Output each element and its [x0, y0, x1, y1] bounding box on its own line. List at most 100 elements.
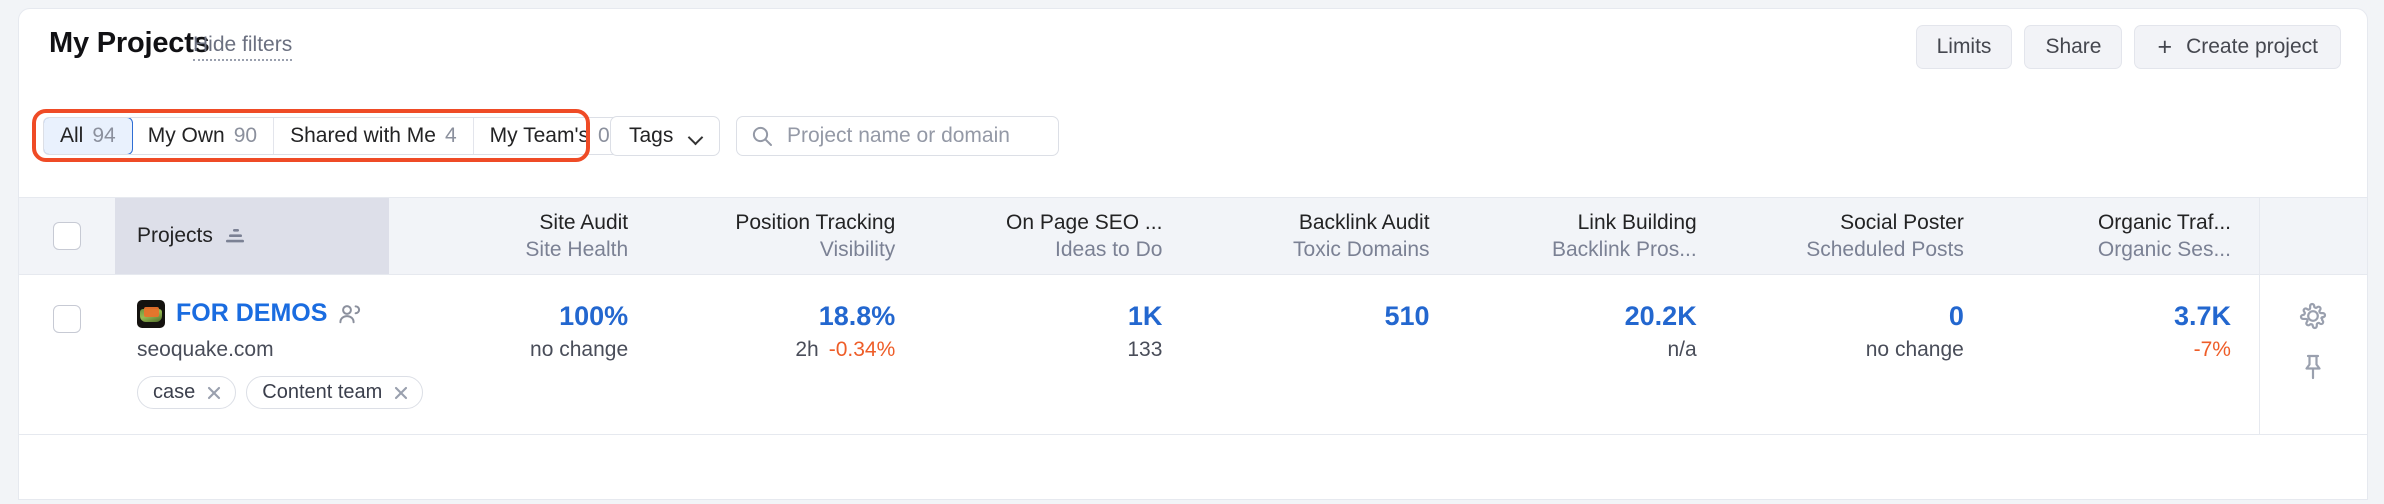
column-header-on-page-seo-title: On Page SEO ... [1006, 210, 1163, 234]
tab-all-count: 94 [92, 124, 116, 147]
cell-link-building-value[interactable]: 20.2K [1625, 301, 1697, 332]
search-box[interactable] [736, 116, 1059, 156]
column-header-link-building-sub: Backlink Pros... [1551, 237, 1697, 261]
page-header: My Projects Hide filters Limits Share + … [19, 9, 2367, 87]
cell-backlink-audit: 510 [1190, 275, 1457, 434]
cell-on-page-seo-sub-text: 133 [1127, 338, 1163, 361]
cell-site-audit: 100% no change [389, 275, 656, 434]
column-header-backlink-audit[interactable]: Backlink Audit Toxic Domains [1190, 198, 1457, 274]
tags-filter-select[interactable]: Tags [610, 116, 720, 156]
cell-social-poster: 0 no change [1725, 275, 1992, 434]
cell-position-tracking-delta: -0.34% [828, 338, 896, 361]
tab-my-teams-count: 0 [597, 124, 610, 147]
cell-on-page-seo: 1K 133 [923, 275, 1190, 434]
column-header-link-building[interactable]: Link Building Backlink Pros... [1458, 198, 1725, 274]
tab-shared-with-me-label: Shared with Me [290, 124, 436, 147]
cell-site-audit-sub-text: no change [530, 338, 629, 361]
tab-all[interactable]: All 94 [43, 118, 133, 154]
filter-bar: All 94 My Own 90 Shared with Me 4 My Tea… [19, 104, 2367, 164]
column-header-on-page-seo[interactable]: On Page SEO ... Ideas to Do [923, 198, 1190, 274]
chevron-down-icon [689, 132, 703, 141]
limits-button[interactable]: Limits [1915, 25, 2013, 69]
cell-on-page-seo-sub: 133 [1127, 338, 1162, 362]
pin-icon[interactable] [2300, 353, 2326, 381]
table-header-row: Projects Site Audit Site Health Position [19, 197, 2367, 275]
projects-table: Projects Site Audit Site Health Position [19, 197, 2367, 435]
cell-site-audit-value[interactable]: 100% [559, 301, 628, 332]
tab-shared-with-me[interactable]: Shared with Me 4 [274, 118, 474, 154]
gear-icon[interactable] [2298, 301, 2328, 331]
tag-chip-label: case [153, 381, 196, 403]
cell-organic-traffic-sub: -7% [2194, 338, 2231, 362]
tab-all-label: All [60, 124, 84, 147]
cell-link-building: 20.2K n/a [1458, 275, 1725, 434]
column-header-position-tracking-sub: Visibility [819, 237, 896, 261]
column-header-site-audit[interactable]: Site Audit Site Health [389, 198, 656, 274]
cell-social-poster-sub: no change [1866, 338, 1964, 362]
page-title: My Projects [49, 27, 210, 59]
cell-organic-traffic: 3.7K -7% [1992, 275, 2259, 434]
project-cell: FOR DEMOS seoquake.com case Content team [115, 275, 424, 434]
plus-icon: + [2157, 32, 2173, 61]
row-checkbox[interactable] [53, 305, 81, 333]
header-actions: Limits Share + Create project [1915, 25, 2341, 69]
column-header-actions [2258, 198, 2367, 274]
tag-chip[interactable]: case [137, 376, 237, 409]
cell-on-page-seo-value[interactable]: 1K [1128, 301, 1163, 332]
select-all-checkbox[interactable] [53, 222, 81, 250]
column-header-social-poster[interactable]: Social Poster Scheduled Posts [1725, 198, 1992, 274]
column-header-social-poster-title: Social Poster [1840, 210, 1964, 234]
row-actions-cell [2258, 275, 2367, 434]
sort-icon [225, 227, 245, 245]
tab-my-own-count: 90 [233, 124, 258, 147]
column-header-on-page-seo-sub: Ideas to Do [1055, 237, 1163, 261]
column-header-position-tracking[interactable]: Position Tracking Visibility [656, 198, 923, 274]
project-scope-tabs: All 94 My Own 90 Shared with Me 4 My Tea… [43, 117, 627, 155]
table-row: FOR DEMOS seoquake.com case Content team… [19, 275, 2367, 435]
projects-page: My Projects Hide filters Limits Share + … [0, 0, 2384, 504]
create-project-button[interactable]: + Create project [2134, 25, 2341, 69]
cell-backlink-audit-value[interactable]: 510 [1385, 301, 1430, 332]
cell-organic-traffic-value[interactable]: 3.7K [2174, 301, 2231, 332]
cell-social-poster-sub-text: no change [1865, 338, 1964, 361]
tab-my-teams[interactable]: My Team's 0 [474, 118, 626, 154]
tab-my-own[interactable]: My Own 90 [132, 118, 275, 154]
cell-link-building-sub: n/a [1668, 338, 1697, 362]
column-header-backlink-audit-sub: Toxic Domains [1293, 237, 1430, 261]
cell-position-tracking-value[interactable]: 18.8% [819, 301, 896, 332]
column-header-link-building-title: Link Building [1577, 210, 1697, 234]
column-header-site-audit-title: Site Audit [539, 210, 629, 234]
tab-my-teams-label: My Team's [489, 124, 589, 147]
column-header-site-audit-sub: Site Health [525, 237, 629, 261]
share-button[interactable]: Share [2024, 25, 2123, 69]
projects-card: My Projects Hide filters Limits Share + … [18, 8, 2368, 500]
row-select-cell [19, 275, 115, 434]
tab-my-own-label: My Own [147, 124, 225, 147]
shared-users-icon [338, 303, 364, 325]
cell-organic-traffic-delta: -7% [2193, 338, 2231, 361]
cell-position-tracking-sub-text: 2h [795, 338, 819, 361]
column-header-organic-traffic-title: Organic Traf... [2097, 210, 2231, 234]
search-icon [751, 125, 773, 147]
cell-social-poster-value[interactable]: 0 [1949, 301, 1964, 332]
column-header-projects-label: Projects [137, 224, 213, 247]
tag-chip-label: Content team [262, 381, 383, 403]
column-header-social-poster-sub: Scheduled Posts [1806, 237, 1964, 261]
close-icon[interactable] [206, 385, 222, 401]
project-favicon-icon [137, 299, 165, 328]
select-all-cell [19, 198, 115, 274]
create-project-label: Create project [2186, 35, 2318, 58]
search-input[interactable] [785, 123, 1044, 149]
tab-shared-with-me-count: 4 [444, 124, 457, 147]
column-header-organic-traffic[interactable]: Organic Traf... Organic Ses... [1992, 198, 2259, 274]
project-tags: case Content team [137, 376, 424, 409]
column-header-position-tracking-title: Position Tracking [735, 210, 896, 234]
column-header-organic-traffic-sub: Organic Ses... [2097, 237, 2231, 261]
column-header-projects[interactable]: Projects [115, 198, 389, 274]
project-domain: seoquake.com [137, 338, 274, 361]
project-name-link[interactable]: FOR DEMOS [176, 299, 327, 328]
cell-position-tracking: 18.8% 2h -0.34% [656, 275, 923, 434]
project-title-line: FOR DEMOS [137, 299, 389, 328]
hide-filters-link[interactable]: Hide filters [193, 33, 293, 61]
column-header-backlink-audit-title: Backlink Audit [1298, 210, 1430, 234]
